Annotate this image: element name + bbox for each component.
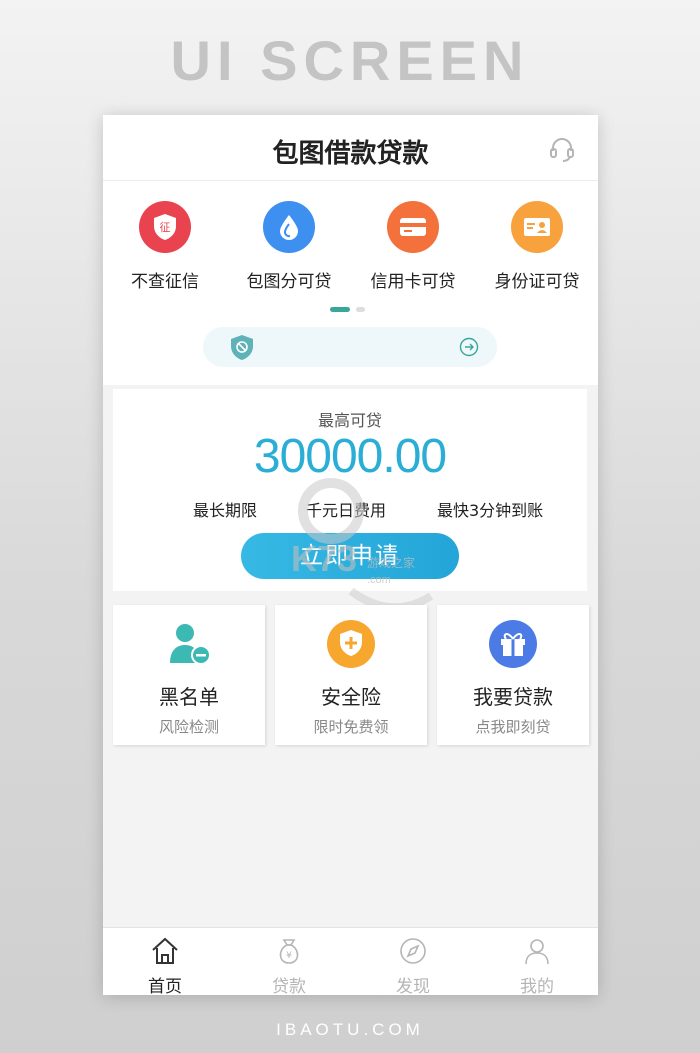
app-header: 包图借款贷款 — [103, 115, 598, 181]
category-label: 不查征信 — [131, 272, 199, 292]
loan-card: 最高可贷 30000.00 最长期限 千元日费用 最快3分钟到账 立即申请 — [113, 389, 587, 591]
tab-mine[interactable]: 我的 — [475, 936, 598, 995]
id-card-icon — [511, 201, 563, 253]
bottom-tab-bar: 首页 ¥ 贷款 发现 我的 — [103, 927, 598, 995]
home-icon — [152, 937, 178, 964]
tab-label: 贷款 — [272, 977, 306, 995]
category-label: 信用卡可贷 — [370, 272, 456, 292]
tab-label: 首页 — [148, 977, 182, 995]
tab-label: 我的 — [520, 977, 554, 995]
credit-card-icon — [387, 201, 439, 253]
category-score-loan[interactable]: 包图分可贷 — [227, 201, 351, 292]
showcase-title: UI SCREEN — [170, 29, 530, 92]
gift-icon — [489, 620, 537, 668]
category-no-credit-check[interactable]: 征 不查征信 — [103, 201, 227, 292]
loan-terms: 最长期限 千元日费用 最快3分钟到账 — [113, 497, 587, 521]
seal-text: 征 — [160, 221, 171, 234]
term-daily-fee: 千元日费用 — [306, 501, 387, 520]
person-icon — [525, 939, 549, 965]
page-title: 包图借款贷款 — [272, 139, 429, 169]
feature-subtitle: 限时免费领 — [313, 718, 389, 736]
svg-text:¥: ¥ — [286, 951, 292, 961]
category-section: 征 不查征信 包图分可贷 信用卡可贷 身份证可贷 — [103, 181, 598, 385]
money-bag-icon: ¥ — [279, 939, 299, 964]
headset-icon[interactable] — [548, 135, 576, 163]
credit-seal-icon: 征 — [139, 201, 191, 253]
category-label: 身份证可贷 — [494, 272, 580, 292]
apply-now-button[interactable]: 立即申请 — [241, 533, 459, 579]
feature-title: 安全险 — [321, 685, 381, 709]
feature-subtitle: 点我即刻贷 — [475, 718, 551, 736]
feature-title: 我要贷款 — [473, 685, 553, 709]
category-credit-card-loan[interactable]: 信用卡可贷 — [351, 201, 475, 292]
term-max-period: 最长期限 — [193, 501, 258, 520]
feature-insurance[interactable]: 安全险 限时免费领 — [275, 605, 427, 745]
max-loan-label: 最高可贷 — [317, 411, 382, 430]
term-fast-arrival: 最快3分钟到账 — [437, 501, 544, 520]
max-loan-amount: 30000.00 — [253, 430, 447, 483]
carousel-dot[interactable] — [356, 307, 365, 312]
category-id-card-loan[interactable]: 身份证可贷 — [475, 201, 598, 292]
feature-apply-loan[interactable]: 我要贷款 点我即刻贷 — [437, 605, 589, 745]
feature-blacklist[interactable]: 黑名单 风险检测 — [113, 605, 265, 745]
feature-subtitle: 风险检测 — [158, 718, 219, 736]
feature-title: 黑名单 — [159, 685, 219, 709]
shield-block-icon — [231, 335, 253, 360]
tab-discover[interactable]: 发现 — [351, 936, 475, 995]
category-label: 包图分可贷 — [246, 272, 332, 292]
shield-plus-icon — [327, 620, 375, 668]
notice-bar[interactable] — [203, 327, 497, 367]
compass-icon — [400, 938, 426, 964]
phone-screen: 包图借款贷款 征 不查征信 包图分可贷 信用卡可贷 身份证可贷 最高可贷 300… — [103, 115, 598, 995]
tab-label: 发现 — [396, 977, 430, 995]
carousel-dot-active[interactable] — [330, 307, 350, 312]
droplet-icon — [263, 201, 315, 253]
showcase-footer: IBAOTU.COM — [276, 1020, 424, 1039]
tab-loan[interactable]: ¥ 贷款 — [227, 936, 351, 995]
carousel-indicator — [330, 307, 370, 313]
tab-home[interactable]: 首页 — [103, 936, 227, 995]
blacklist-user-icon — [170, 624, 211, 665]
arrow-right-circle-icon[interactable] — [459, 337, 479, 357]
